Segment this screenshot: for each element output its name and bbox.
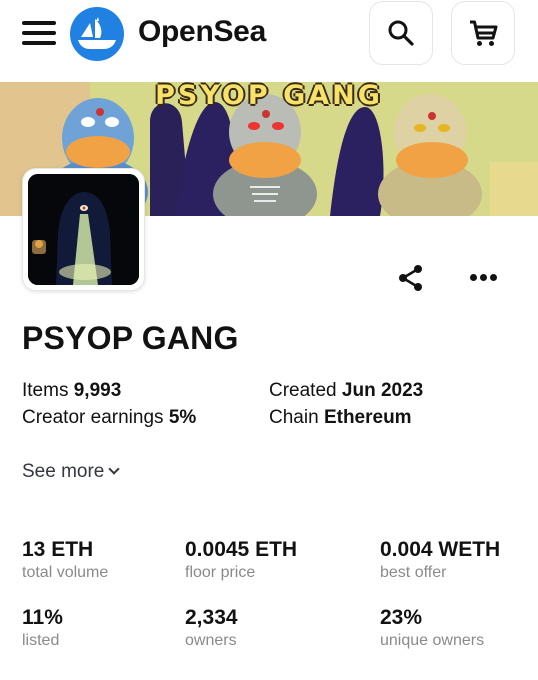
stat-label: floor price [185,564,256,581]
hamburger-menu-icon[interactable] [22,21,56,45]
stat-label: owners [185,632,237,649]
chain-label: Chain [269,407,319,428]
collection-avatar[interactable] [22,168,145,291]
search-icon [388,20,414,46]
created-date: Created Jun 2023 [269,379,423,403]
stat-value: 13 ETH [22,538,94,561]
stat-unique-owners: 23% unique owners [380,605,484,651]
stat-owners: 2,334 owners [185,605,238,651]
stat-label: unique owners [380,632,485,649]
opensea-logo[interactable] [70,7,124,61]
stat-value: 0.0045 ETH [185,538,298,561]
more-dots-icon [469,273,477,281]
items-label: Items [22,380,69,401]
stat-label: best offer [380,564,447,581]
cart-icon [470,20,498,46]
stat-floor-price: 0.0045 ETH floor price [185,537,297,583]
chain-info: Chain Ethereum [269,406,412,430]
chevron-down-icon [108,463,121,475]
see-more-button[interactable]: See more [22,460,121,484]
stat-label: listed [22,632,60,649]
stat-best-offer: 0.004 WETH best offer [380,537,500,583]
stat-value: 2,334 [185,606,238,629]
stat-label: total volume [22,564,109,581]
cart-button[interactable] [451,1,515,65]
stat-listed: 11% listed [22,605,63,651]
created-label: Created [269,380,337,401]
stat-value: 0.004 WETH [380,538,501,561]
chain-value: Ethereum [323,407,412,428]
more-options-button[interactable] [466,265,500,289]
earnings-label: Creator earnings [22,407,164,428]
items-value: 9,993 [73,380,122,401]
created-value: Jun 2023 [341,380,424,401]
collection-title: PSYOP GANG [22,320,239,356]
avatar-artwork [28,174,139,285]
stat-total-volume: 13 ETH total volume [22,537,108,583]
stat-value: 23% [380,606,423,629]
share-button[interactable] [396,263,426,293]
see-more-label: See more [22,461,105,482]
earnings-value: 5% [168,407,197,428]
top-header: OpenSea [0,0,538,82]
search-button[interactable] [369,1,433,65]
stat-value: 11% [22,606,63,629]
banner-title: PSYOP GANG [155,82,383,111]
items-count: Items 9,993 [22,379,121,403]
brand-name[interactable]: OpenSea [138,14,266,50]
creator-earnings: Creator earnings 5% [22,406,196,430]
share-icon [399,265,422,291]
